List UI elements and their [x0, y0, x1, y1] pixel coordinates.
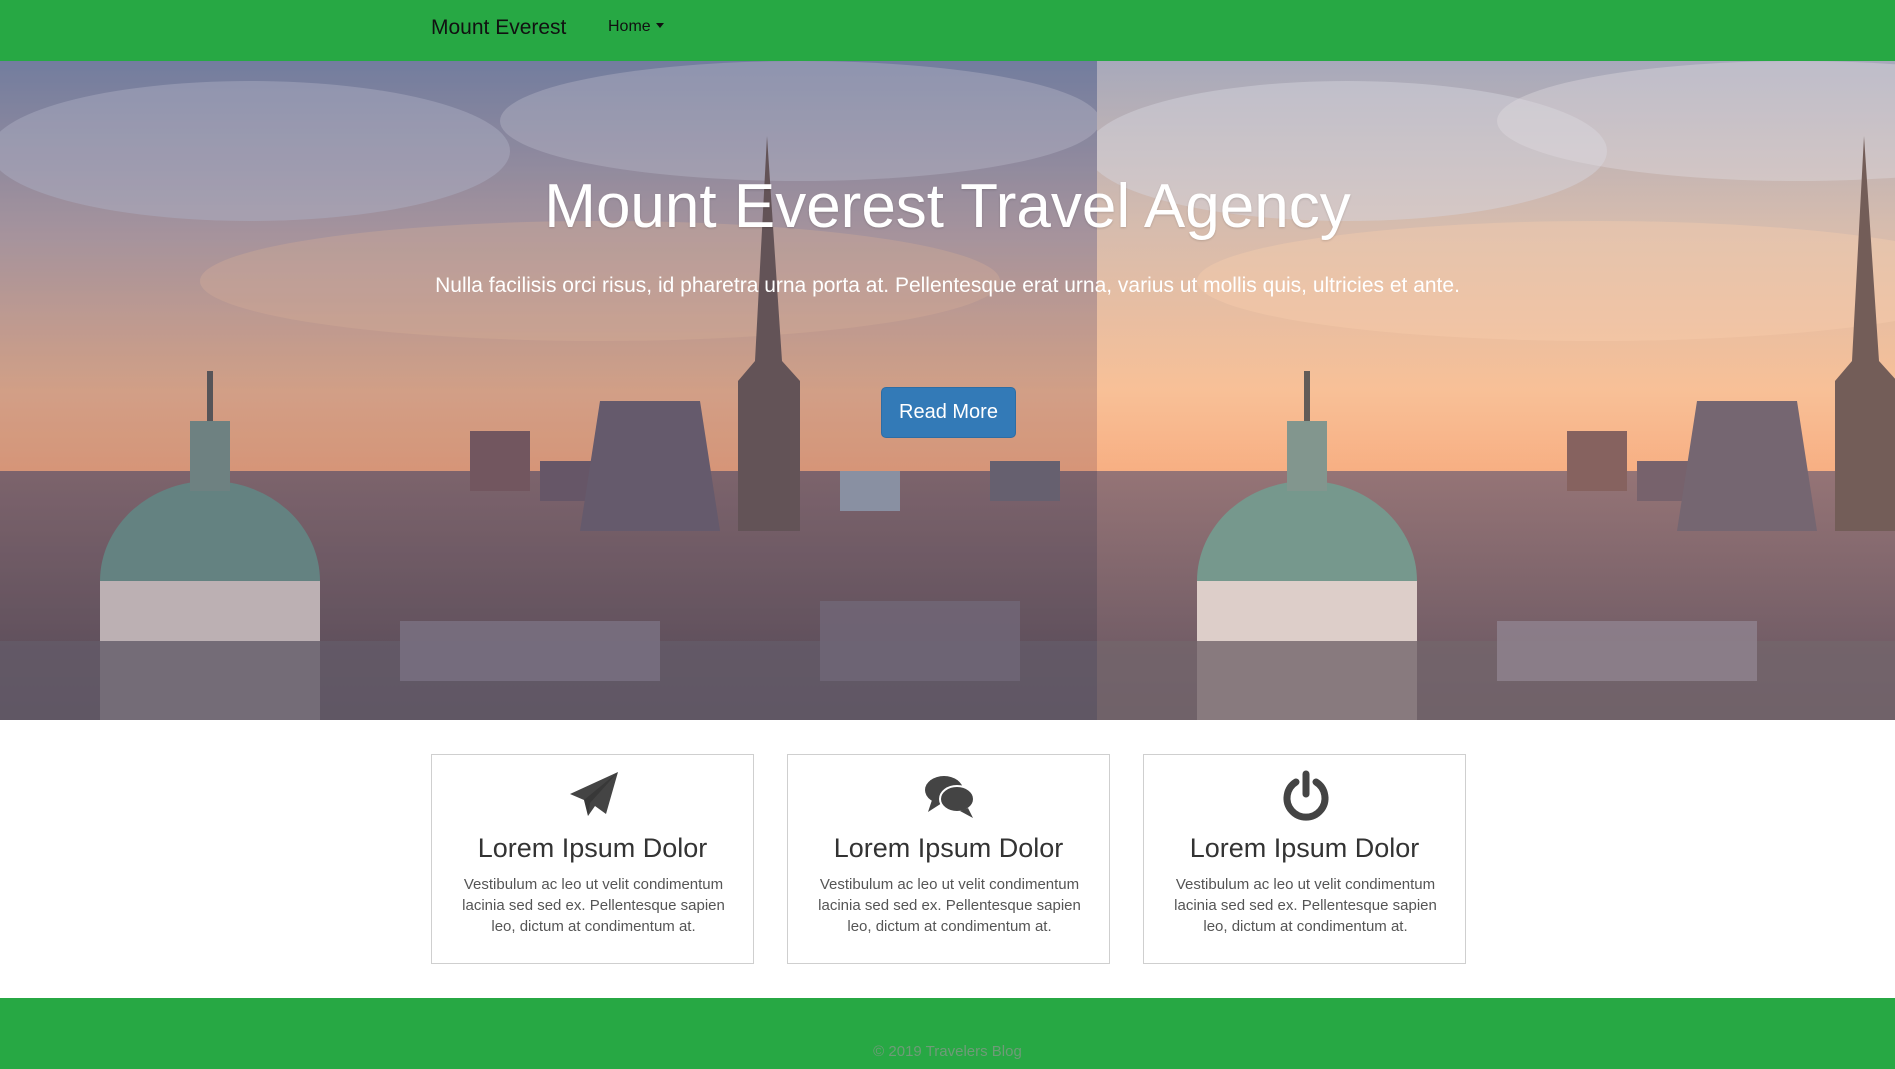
- feature-card: Lorem Ipsum Dolor Vestibulum ac leo ut v…: [787, 754, 1110, 964]
- hero-title: Mount Everest Travel Agency: [544, 172, 1351, 241]
- copyright-text: © 2019 Travelers Blog: [873, 1043, 1022, 1060]
- feature-card: Lorem Ipsum Dolor Vestibulum ac leo ut v…: [1143, 754, 1466, 964]
- hero-subtitle: Nulla facilisis orci risus, id pharetra …: [435, 274, 1460, 297]
- power-icon: [1283, 770, 1329, 821]
- feature-text: Vestibulum ac leo ut velit condimentum l…: [462, 876, 725, 935]
- top-navbar: Mount Everest Home: [0, 0, 1895, 61]
- feature-text: Vestibulum ac leo ut velit condimentum l…: [1174, 876, 1437, 935]
- home-dropdown[interactable]: Home: [608, 18, 664, 36]
- paper-plane-icon: [570, 772, 618, 816]
- hero-image-right: [1097, 61, 1895, 720]
- footer: © 2019 Travelers Blog: [0, 998, 1895, 1069]
- feature-title: Lorem Ipsum Dolor: [833, 833, 1064, 863]
- hero-banner: Mount Everest Travel Agency Nulla facili…: [0, 61, 1895, 720]
- home-dropdown-label: Home: [608, 18, 651, 35]
- comments-icon: [925, 776, 975, 818]
- feature-card: Lorem Ipsum Dolor Vestibulum ac leo ut v…: [431, 754, 754, 964]
- feature-text: Vestibulum ac leo ut velit condimentum l…: [818, 876, 1081, 935]
- read-more-button[interactable]: Read More: [881, 387, 1016, 438]
- feature-title: Lorem Ipsum Dolor: [1189, 833, 1420, 863]
- brand-link[interactable]: Mount Everest: [431, 16, 566, 40]
- caret-down-icon: [655, 23, 664, 28]
- city-skyline-image-repeat: [1097, 61, 1895, 720]
- feature-title: Lorem Ipsum Dolor: [477, 833, 708, 863]
